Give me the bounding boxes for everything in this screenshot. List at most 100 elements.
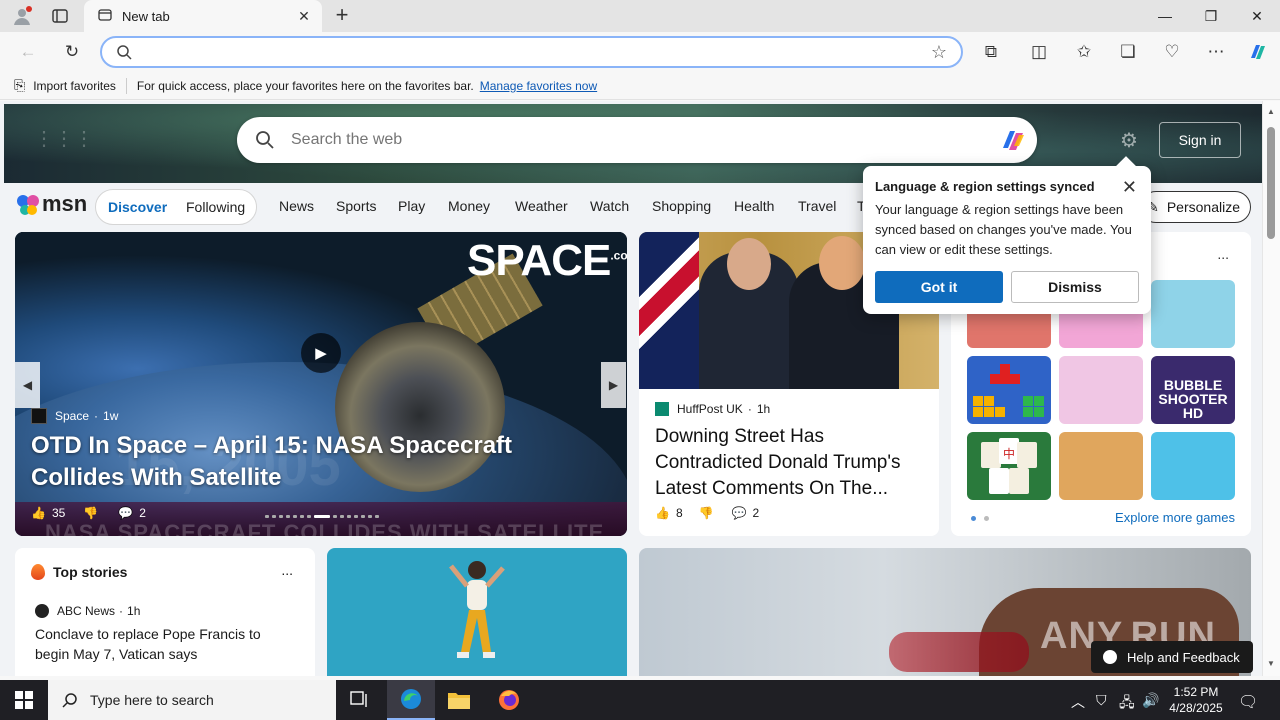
notifications-icon[interactable]: 🗨	[1238, 692, 1258, 712]
address-bar[interactable]: ☆	[100, 36, 963, 68]
nav-travel[interactable]: Travel	[798, 198, 836, 214]
like-count: 35	[51, 506, 66, 520]
source-name: Space	[55, 409, 90, 423]
refresh-icon[interactable]: ↻	[58, 38, 86, 66]
photo-story-card[interactable]	[327, 548, 627, 676]
help-feedback-button[interactable]: Help and Feedback	[1091, 641, 1253, 673]
clock-time: 1:52 PM	[1173, 685, 1219, 699]
file-explorer-icon[interactable]	[435, 680, 483, 720]
play-icon[interactable]: ▶	[301, 333, 341, 373]
nav-money[interactable]: Money	[448, 198, 490, 214]
nav-play[interactable]: Play	[398, 198, 425, 214]
page-scrollbar[interactable]: ▲ ▼	[1262, 101, 1280, 676]
tab-new-tab[interactable]: New tab ✕	[84, 0, 322, 32]
explore-more-games-link[interactable]: Explore more games	[1115, 510, 1235, 525]
nav-weather[interactable]: Weather	[515, 198, 568, 214]
main-story-card[interactable]: 15, 2005 SPACE.com ▶ ◀ ▶ NASA SPACECRAFT…	[15, 232, 627, 536]
collections-icon[interactable]: ❏	[1114, 38, 1142, 66]
story-source: Space · 1w	[31, 408, 118, 424]
scrollbar-thumb[interactable]	[1267, 127, 1275, 239]
web-search-box[interactable]	[237, 117, 1037, 163]
start-button[interactable]	[0, 680, 48, 720]
game-tile-6[interactable]: BUBBLE SHOOTER HD	[1151, 356, 1235, 424]
security-icon[interactable]: ⛉	[1096, 692, 1107, 709]
story-title[interactable]: Downing Street Has Contradicted Donald T…	[655, 424, 929, 502]
story-actions: 👍 8 👎 💬 2	[655, 506, 765, 520]
msn-logo-text: msn	[42, 191, 88, 216]
import-favorites-button[interactable]: ⎘ Import favorites	[14, 77, 116, 94]
favorite-star-icon[interactable]: ☆	[931, 42, 947, 63]
dismiss-button[interactable]: Dismiss	[1011, 271, 1139, 303]
web-search-input[interactable]	[291, 131, 997, 149]
show-hidden-icons-icon[interactable]: ︿	[1071, 692, 1085, 712]
game-tile-5[interactable]	[1059, 356, 1143, 424]
next-arrow-icon[interactable]: ▶	[601, 362, 626, 408]
new-tab-button[interactable]: +	[330, 4, 354, 28]
tab-discover[interactable]: Discover	[108, 199, 167, 215]
volume-icon[interactable]: 🔊	[1142, 692, 1159, 709]
close-icon[interactable]: ✕	[1122, 177, 1137, 198]
more-options-icon[interactable]: ...	[281, 562, 293, 578]
got-it-button[interactable]: Got it	[875, 271, 1003, 303]
msn-logo[interactable]: msn	[16, 191, 87, 217]
like-icon[interactable]: 👍	[655, 506, 670, 520]
profile-icon[interactable]	[11, 5, 33, 27]
search-icon	[62, 692, 78, 708]
close-tab-icon[interactable]: ✕	[292, 8, 316, 25]
taskbar-search-placeholder: Type here to search	[90, 692, 214, 708]
like-icon[interactable]: 👍	[31, 506, 46, 520]
favorites-icon[interactable]: ✩	[1070, 38, 1098, 66]
nav-news[interactable]: News	[279, 198, 314, 214]
dislike-icon[interactable]: 👎	[83, 506, 98, 520]
firefox-icon[interactable]	[485, 680, 533, 720]
task-view-icon[interactable]	[336, 680, 384, 720]
personalize-button[interactable]: ✎ Personalize	[1140, 191, 1251, 223]
nav-health[interactable]: Health	[734, 198, 774, 214]
more-options-icon[interactable]: ...	[1217, 246, 1229, 262]
minimize-button[interactable]: —	[1142, 0, 1188, 32]
game-tile-9[interactable]	[1151, 432, 1235, 500]
game-tile-8[interactable]	[1059, 432, 1143, 500]
clock[interactable]: 1:52 PM 4/28/2025	[1162, 684, 1230, 716]
tab-actions-icon[interactable]	[51, 7, 69, 25]
game-tile-3[interactable]	[1151, 280, 1235, 348]
space-com-logo: SPACE.com	[467, 236, 627, 285]
game-tile-4[interactable]	[967, 356, 1051, 424]
copilot-icon[interactable]	[997, 126, 1029, 154]
dislike-icon[interactable]: 👎	[699, 506, 714, 520]
favbar-hint: For quick access, place your favorites h…	[136, 78, 474, 93]
nav-watch[interactable]: Watch	[590, 198, 629, 214]
more-menu-icon[interactable]: ⋯	[1202, 38, 1230, 66]
game-tile-7[interactable]: 中	[967, 432, 1051, 500]
prev-arrow-icon[interactable]: ◀	[15, 362, 40, 408]
address-input[interactable]	[140, 40, 931, 64]
taskbar-search[interactable]: Type here to search	[48, 680, 336, 720]
comment-icon[interactable]: 💬	[732, 506, 747, 520]
import-favorites-label: Import favorites	[33, 78, 116, 93]
split-screen-icon[interactable]: ◫	[1025, 38, 1053, 66]
story-title[interactable]: Conclave to replace Pope Francis to begi…	[35, 624, 295, 664]
copilot-icon[interactable]	[1244, 38, 1272, 66]
top-stories-title: Top stories	[53, 564, 128, 580]
restore-button[interactable]: ❐	[1188, 0, 1234, 32]
sign-in-button[interactable]: Sign in	[1159, 122, 1241, 158]
tab-following[interactable]: Following	[186, 199, 245, 215]
comment-icon[interactable]: 💬	[118, 506, 133, 520]
network-icon[interactable]: 🖧	[1119, 692, 1135, 716]
nav-sports[interactable]: Sports	[336, 198, 376, 214]
story-title[interactable]: OTD In Space – April 15: NASA Spacecraft…	[31, 430, 611, 494]
browser-essentials-icon[interactable]: ♡	[1158, 38, 1186, 66]
nav-shopping[interactable]: Shopping	[652, 198, 711, 214]
personalize-label: Personalize	[1166, 199, 1240, 215]
manage-favorites-link[interactable]: Manage favorites now	[480, 79, 597, 93]
edge-taskbar-icon[interactable]	[387, 680, 435, 720]
extensions-icon[interactable]: ⧉	[977, 38, 1005, 66]
clock-date: 4/28/2025	[1169, 701, 1223, 715]
taskbar: Type here to search ︿ ⛉ 🖧 🔊 1:52 PM 4/28…	[0, 680, 1280, 720]
msn-butterfly-icon	[16, 192, 40, 216]
back-arrow-icon[interactable]: ←	[14, 38, 42, 66]
apps-grid-icon[interactable]: ⋮⋮⋮	[34, 126, 94, 151]
settings-gear-icon[interactable]: ⚙	[1120, 130, 1142, 152]
svg-text:中: 中	[1003, 446, 1015, 461]
close-window-button[interactable]: ✕	[1234, 0, 1280, 32]
